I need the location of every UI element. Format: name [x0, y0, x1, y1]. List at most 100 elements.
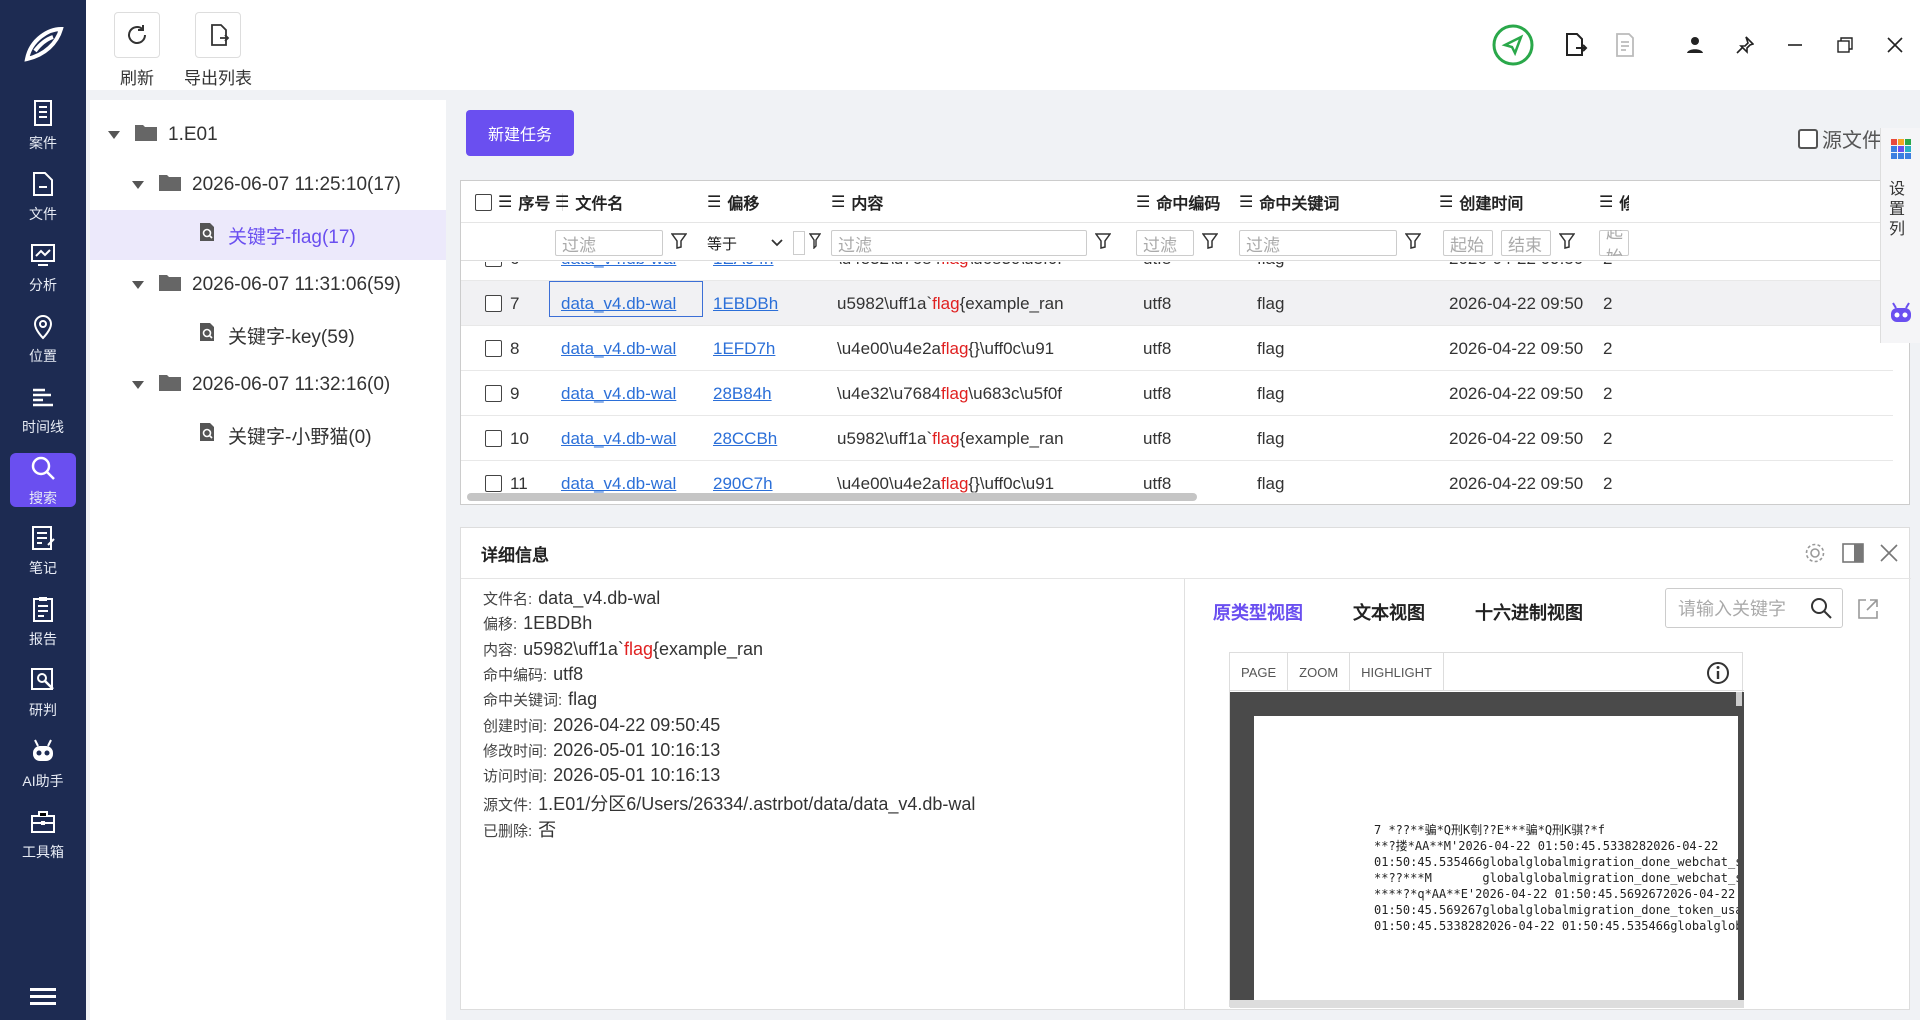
table-row[interactable]: 11 data_v4.db-wal 290C7h \u4e00\u4e2a flag{}…	[461, 461, 1893, 494]
tree-item-flag[interactable]: 关键字-flag(17)	[90, 210, 446, 260]
minimize-icon[interactable]	[1770, 22, 1820, 68]
col-index[interactable]: ☰ 序号	[475, 181, 563, 223]
pin-icon[interactable]	[1720, 22, 1770, 68]
menu-icon[interactable]	[0, 986, 86, 1006]
filter-input[interactable]: 过滤	[1239, 230, 1397, 256]
refresh-button[interactable]: 刷新	[114, 12, 160, 89]
row-checkbox[interactable]	[485, 430, 502, 447]
nav-item-note[interactable]: 笔记	[0, 515, 86, 586]
tab-hex-view[interactable]: 十六进制视图	[1475, 599, 1583, 625]
viewer-page-button[interactable]: PAGE	[1230, 653, 1289, 691]
tab-text-view[interactable]: 文本视图	[1353, 599, 1425, 625]
offset-link[interactable]: 28CCBh	[713, 416, 823, 461]
start-date-input[interactable]: 起始	[1443, 230, 1493, 256]
gear-icon[interactable]	[1803, 541, 1827, 565]
offset-filter[interactable]: 等于	[707, 230, 822, 256]
table-row[interactable]: 9 data_v4.db-wal 28B84h \u4e32\u7684 flag \u6…	[461, 371, 1893, 416]
nav-item-analysis[interactable]: 分析	[0, 232, 86, 303]
row-index-cell[interactable]: 8	[485, 326, 555, 371]
offset-link[interactable]: 1EBDBh	[713, 281, 823, 326]
col-modify-time[interactable]: ☰ 修	[1599, 181, 1629, 223]
row-checkbox[interactable]	[485, 385, 502, 402]
viewer-zoom-button[interactable]: ZOOM	[1288, 653, 1351, 691]
apps-grid-icon[interactable]	[1890, 138, 1912, 165]
table-row[interactable]: 10 data_v4.db-wal 28CCBh u5982\uff1a` flag {e…	[461, 416, 1893, 461]
nav-item-file[interactable]: 文件	[0, 161, 86, 232]
filter-input[interactable]: 过滤	[1136, 230, 1194, 256]
row-index-cell[interactable]: 11	[485, 461, 555, 494]
col-create-time[interactable]: ☰ 创建时间	[1439, 181, 1589, 223]
report-file-icon[interactable]	[1600, 22, 1650, 68]
filename-link[interactable]: data_v4.db-wal	[561, 326, 701, 371]
row-index-cell[interactable]: 6	[485, 262, 555, 281]
filename-link[interactable]: data_v4.db-wal	[561, 416, 701, 461]
tab-native-view[interactable]: 原类型视图	[1213, 599, 1303, 625]
filter-icon[interactable]	[670, 232, 688, 254]
settings-columns-tab[interactable]: 设置列	[1889, 180, 1911, 240]
filename-link[interactable]: data_v4.db-wal	[561, 371, 701, 416]
search-icon[interactable]	[1810, 597, 1832, 624]
offset-link[interactable]: 28B84h	[713, 371, 823, 416]
col-filename[interactable]: ☰ 文件名	[555, 181, 695, 223]
nav-item-robot[interactable]: AI助手	[0, 728, 86, 799]
checkbox-icon[interactable]	[1798, 128, 1818, 149]
col-content[interactable]: ☰ 内容	[831, 181, 1131, 223]
split-view-icon[interactable]	[1841, 541, 1865, 565]
hit-keyword-filter[interactable]: 过滤	[1239, 230, 1422, 256]
op-select[interactable]: 等于	[707, 233, 771, 254]
row-checkbox[interactable]	[485, 295, 502, 312]
nav-item-location[interactable]: 位置	[0, 303, 86, 374]
filter-input[interactable]: 过滤	[555, 230, 663, 256]
nav-item-case[interactable]: 案件	[0, 90, 86, 161]
filter-icon[interactable]	[1558, 232, 1576, 254]
tree-root[interactable]: 1.E01	[90, 110, 446, 160]
close-icon[interactable]	[1870, 22, 1920, 68]
create-time-filter[interactable]: 起始 结束	[1443, 230, 1576, 256]
keyword-search-input[interactable]: 请输入关键字	[1665, 588, 1843, 628]
user-icon[interactable]	[1670, 22, 1720, 68]
tree-group-1[interactable]: 2026-06-07 11:25:10(17)	[90, 160, 446, 210]
horizontal-scrollbar[interactable]	[467, 493, 1197, 501]
export-list-button[interactable]: 导出列表	[184, 12, 252, 89]
tree-item-cat[interactable]: 关键字-小野猫(0)	[90, 410, 446, 460]
chevron-down-icon[interactable]	[771, 234, 783, 252]
tree-group-3[interactable]: 2026-06-07 11:32:16(0)	[90, 360, 446, 410]
nav-item-report[interactable]: 报告	[0, 586, 86, 657]
nav-item-timeline[interactable]: 时间线	[0, 374, 86, 445]
filter-icon[interactable]	[1404, 232, 1422, 254]
content-filter[interactable]: 过滤	[831, 230, 1112, 256]
filter-icon[interactable]	[808, 232, 822, 254]
table-row[interactable]: 8 data_v4.db-wal 1EFD7h \u4e00\u4e2a flag {}\…	[461, 326, 1893, 371]
status-shield-icon[interactable]	[1488, 22, 1538, 68]
table-row[interactable]: 6data_v4.db-wal1EA94h\u4e32\u7684flag\u6…	[461, 262, 1893, 281]
ai-robot-icon[interactable]	[1888, 300, 1914, 331]
info-icon[interactable]	[1706, 661, 1730, 690]
row-index-cell[interactable]: 10	[485, 416, 555, 461]
col-encoding[interactable]: ☰ 命中编码	[1136, 181, 1236, 223]
caret-down-icon[interactable]	[130, 277, 146, 293]
caret-down-icon[interactable]	[130, 177, 146, 193]
offset-link[interactable]: 290C7h	[713, 461, 823, 494]
viewer-highlight-button[interactable]: HIGHLIGHT	[1350, 653, 1444, 691]
filter-icon[interactable]	[1094, 232, 1112, 254]
caret-down-icon[interactable]	[130, 377, 146, 393]
new-task-button[interactable]: 新建任务	[466, 110, 574, 156]
row-checkbox[interactable]	[485, 475, 502, 492]
filename-link[interactable]: data_v4.db-wal	[561, 461, 701, 494]
export-file-icon[interactable]	[1550, 22, 1600, 68]
restore-icon[interactable]	[1820, 22, 1870, 68]
filter-input[interactable]: 过滤	[831, 230, 1087, 256]
modify-time-filter[interactable]: 起始	[1599, 230, 1629, 256]
end-date-input[interactable]: 结束	[1501, 230, 1551, 256]
start-date-input[interactable]: 起始	[1599, 230, 1629, 256]
filename-link[interactable]: data_v4.db-wal	[561, 262, 701, 281]
close-icon[interactable]	[1877, 541, 1901, 565]
filename-filter[interactable]: 过滤	[555, 230, 688, 256]
encoding-filter[interactable]: 过滤	[1136, 230, 1219, 256]
offset-value-input[interactable]	[793, 231, 805, 255]
tree-group-2[interactable]: 2026-06-07 11:31:06(59)	[90, 260, 446, 310]
caret-down-icon[interactable]	[106, 127, 122, 143]
nav-item-search[interactable]: 搜索	[10, 453, 76, 507]
open-external-icon[interactable]	[1857, 598, 1879, 625]
filter-icon[interactable]	[1201, 232, 1219, 254]
